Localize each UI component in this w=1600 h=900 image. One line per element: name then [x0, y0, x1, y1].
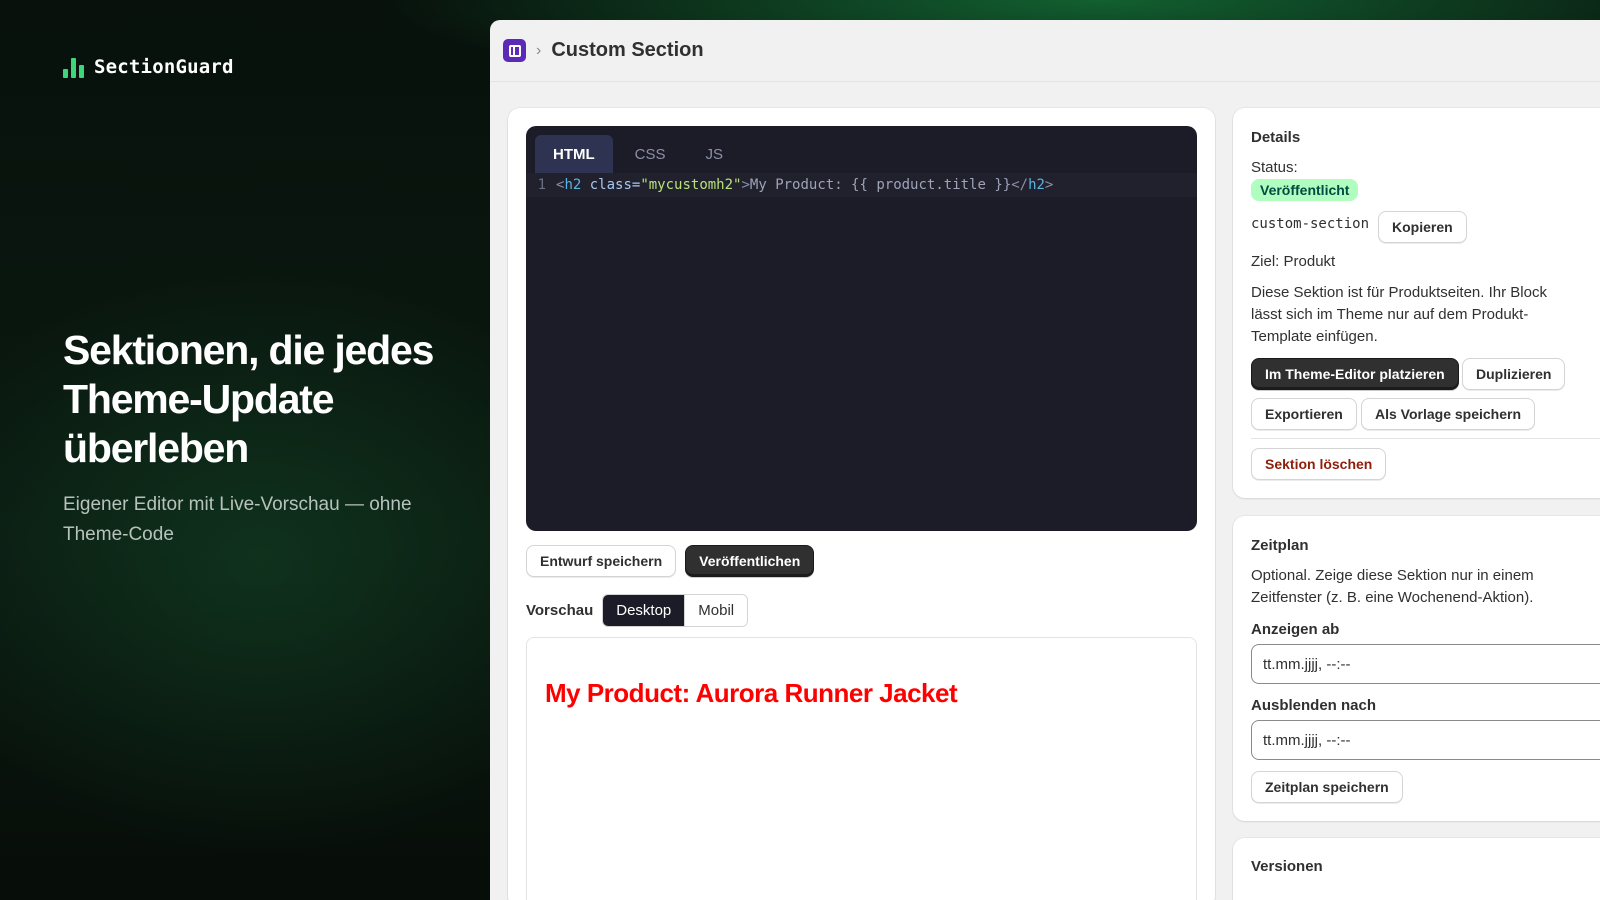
hide-after-value: tt.mm.jjjj, --:-- [1263, 731, 1351, 749]
code-token: class= [581, 177, 641, 193]
preview-mode-desktop[interactable]: Desktop [603, 595, 685, 626]
divider [1251, 438, 1600, 439]
code-line[interactable]: 1 < h2 class= "mycustomh2" > My Product: {{ … [526, 173, 1197, 197]
details-card: Details Status: Veröffentlicht custom-se… [1233, 108, 1600, 498]
code-token: > [1044, 177, 1054, 193]
duplicate-button[interactable]: Duplizieren [1462, 358, 1566, 390]
preview-heading: My Product: Aurora Runner Jacket [545, 678, 958, 708]
code-token: < [556, 177, 565, 193]
app-window: › Custom Section HTML CSS JS 1 < h2 class… [490, 20, 1600, 900]
copy-handle-button[interactable]: Kopieren [1378, 211, 1467, 243]
schedule-card: Zeitplan Optional. Zeige diese Sektion n… [1233, 516, 1600, 821]
schedule-description: Optional. Zeige diese Sektion nur in ein… [1251, 567, 1534, 606]
code-token: My Product: {{ product.title }} [749, 177, 1012, 193]
preview-label: Vorschau [526, 602, 594, 619]
hide-after-input[interactable]: tt.mm.jjjj, --:-- [1251, 720, 1600, 760]
publish-button[interactable]: Veröffentlichen [685, 545, 815, 577]
status-label: Status: [1251, 159, 1298, 176]
bar-chart-logo-icon [63, 56, 84, 78]
status-badge: Veröffentlicht [1251, 179, 1359, 201]
brand: SectionGuard [63, 56, 234, 78]
hide-after-label: Ausblenden nach [1251, 697, 1377, 714]
tab-css[interactable]: CSS [617, 135, 684, 173]
code-token: h2 [1028, 177, 1045, 193]
hero-title: Sektionen, die jedes Theme-Update überle… [63, 327, 434, 471]
code-token: </ [1011, 177, 1029, 193]
versions-card: Versionen [1233, 838, 1600, 900]
versions-title: Versionen [1251, 858, 1323, 875]
tab-html[interactable]: HTML [535, 135, 613, 173]
code-token: h2 [564, 177, 582, 193]
live-preview: My Product: Aurora Runner Jacket [526, 637, 1197, 900]
save-as-template-button[interactable]: Als Vorlage speichern [1361, 398, 1536, 430]
show-from-value: tt.mm.jjjj, --:-- [1263, 655, 1351, 673]
section-app-icon[interactable] [503, 39, 526, 62]
editor-card: HTML CSS JS 1 < h2 class= "mycustomh2" > My … [508, 108, 1215, 900]
page-title: Custom Section [551, 39, 704, 61]
preview-toolbar: Vorschau Desktop Mobil [526, 594, 749, 627]
brand-name: SectionGuard [94, 56, 234, 78]
code-token: "mycustomh2" [640, 177, 742, 193]
line-number: 1 [537, 177, 546, 193]
breadcrumb-separator: › [536, 41, 542, 59]
show-from-input[interactable]: tt.mm.jjjj, --:-- [1251, 644, 1600, 684]
target-text: Ziel: Produkt [1251, 253, 1336, 270]
preview-mode-mobile[interactable]: Mobil [684, 595, 748, 626]
tab-js[interactable]: JS [688, 135, 742, 173]
preview-mode-toggle: Desktop Mobil [602, 594, 749, 627]
editor-tabs: HTML CSS JS [526, 126, 1197, 173]
delete-section-button[interactable]: Sektion löschen [1251, 448, 1387, 480]
code-token: > [741, 177, 750, 193]
place-in-theme-editor-button[interactable]: Im Theme-Editor platzieren [1251, 358, 1459, 390]
export-button[interactable]: Exportieren [1251, 398, 1357, 430]
code-editor[interactable]: HTML CSS JS 1 < h2 class= "mycustomh2" > My … [526, 126, 1197, 531]
editor-actions: Entwurf speichern Veröffentlichen [526, 545, 815, 577]
schedule-title: Zeitplan [1251, 537, 1309, 554]
save-schedule-button[interactable]: Zeitplan speichern [1251, 771, 1403, 803]
app-header: › Custom Section [490, 20, 1600, 82]
details-title: Details [1251, 129, 1301, 146]
save-draft-button[interactable]: Entwurf speichern [526, 545, 677, 577]
show-from-label: Anzeigen ab [1251, 621, 1340, 638]
section-handle: custom-section [1251, 216, 1370, 232]
hero-subtitle: Eigener Editor mit Live-Vorschau — ohne … [63, 494, 412, 545]
details-description: Diese Sektion ist für Produktseiten. Ihr… [1251, 284, 1547, 345]
